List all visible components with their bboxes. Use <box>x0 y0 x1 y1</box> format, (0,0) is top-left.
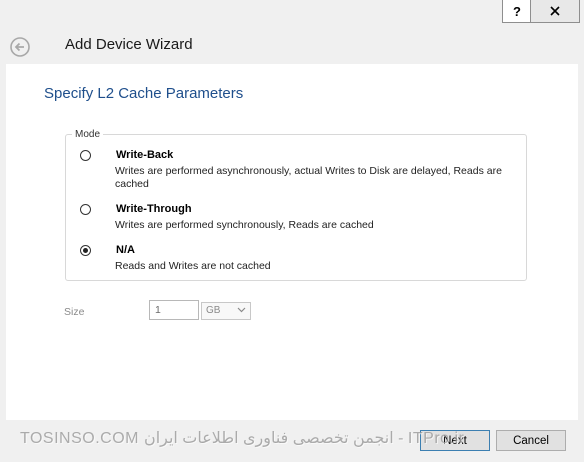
write-through-radio[interactable] <box>80 204 91 215</box>
na-radio[interactable] <box>80 245 91 256</box>
wizard-header: Add Device Wizard <box>0 24 584 64</box>
wizard-title: Add Device Wizard <box>65 36 193 53</box>
option-description: Writes are performed asynchronously, act… <box>115 165 502 190</box>
write-back-radio[interactable] <box>80 150 91 161</box>
close-button[interactable] <box>530 0 580 23</box>
help-button[interactable]: ? <box>502 0 532 23</box>
option-title: N/A <box>116 244 135 256</box>
close-icon <box>550 6 560 16</box>
option-description: Writes are performed synchronously, Read… <box>115 219 374 231</box>
back-arrow-icon[interactable] <box>9 36 31 58</box>
option-title: Write-Back <box>116 149 174 161</box>
size-unit-value: GB <box>206 305 221 316</box>
cancel-button[interactable]: Cancel <box>496 430 566 451</box>
wizard-footer: Next Cancel <box>0 420 584 462</box>
chevron-down-icon <box>237 307 246 313</box>
mode-legend: Mode <box>75 129 101 140</box>
option-title: Write-Through <box>116 203 192 215</box>
next-button[interactable]: Next <box>420 430 490 451</box>
size-unit-select[interactable]: GB <box>201 302 251 320</box>
wizard-content: Specify L2 Cache Parameters Mode Write-B… <box>6 64 578 420</box>
page-title: Specify L2 Cache Parameters <box>44 85 244 102</box>
mode-group: Mode Write-Back Writes are performed asy… <box>65 129 527 281</box>
size-input[interactable]: 1 <box>149 300 199 320</box>
option-description: Reads and Writes are not cached <box>115 260 271 272</box>
title-bar: ? <box>0 0 584 24</box>
size-label: Size <box>64 306 85 318</box>
